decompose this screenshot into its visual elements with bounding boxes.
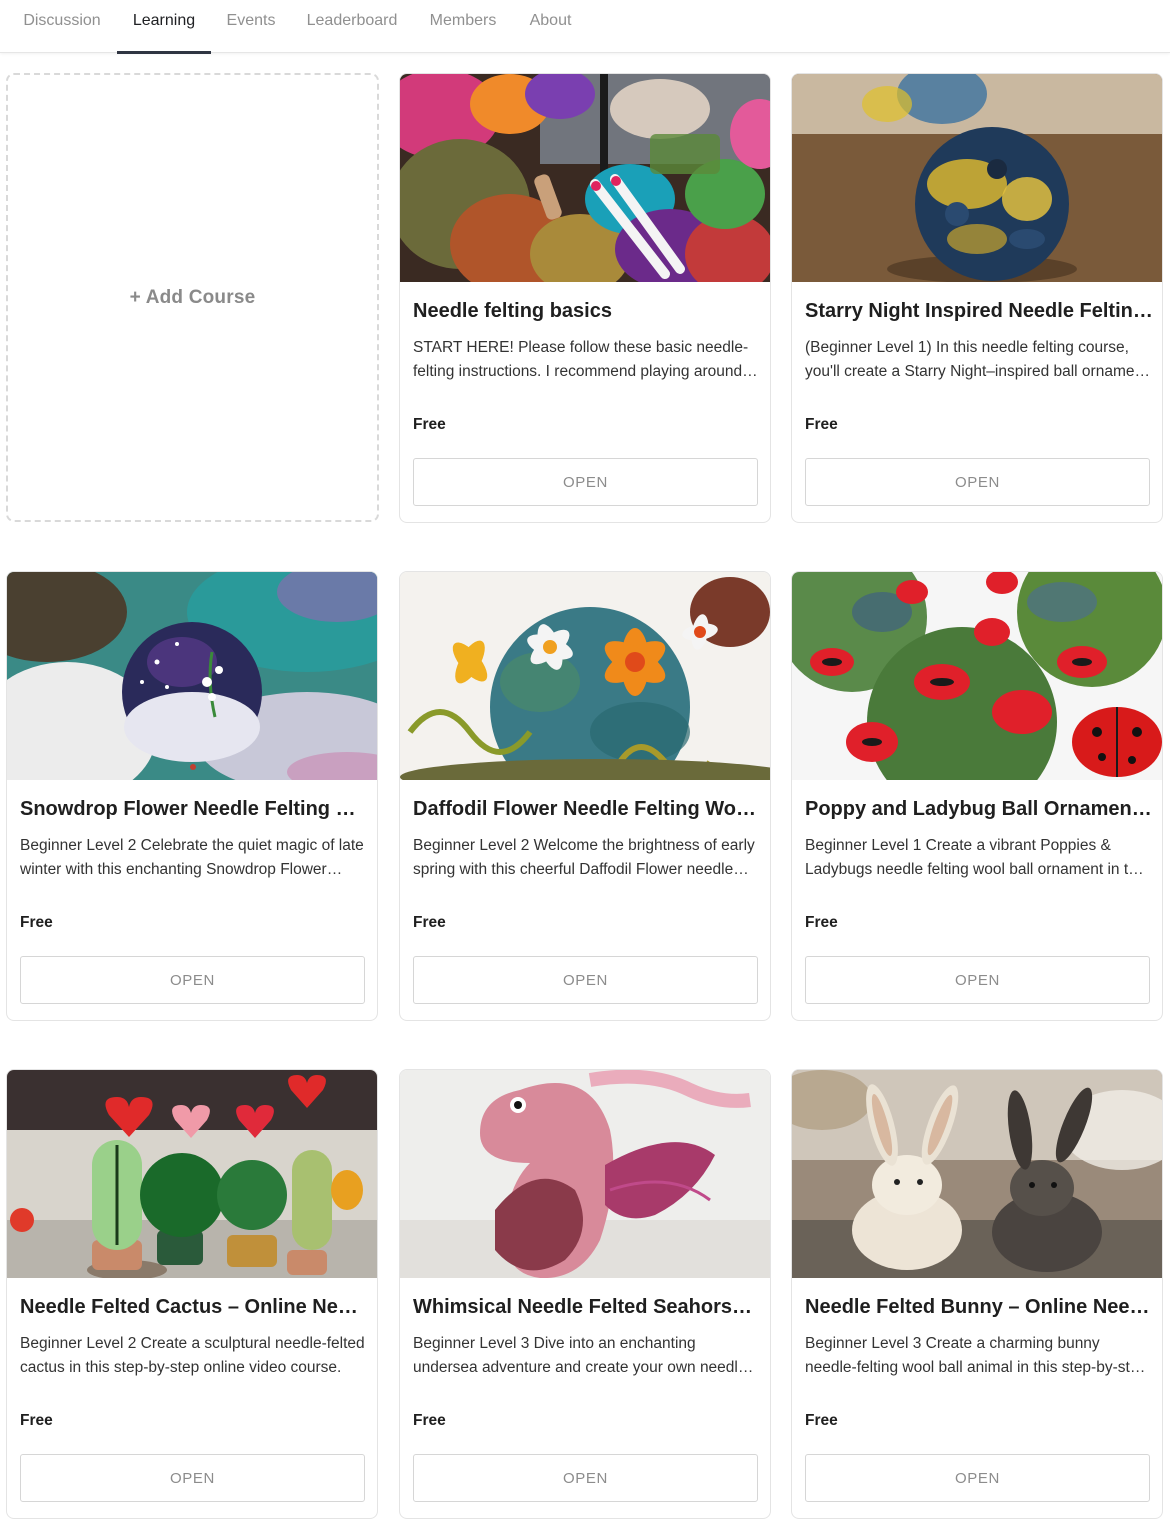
bunny-image <box>792 1070 1162 1278</box>
course-thumbnail <box>792 572 1162 780</box>
tab-label: Members <box>429 12 497 29</box>
course-description: Beginner Level 3 Create a charming bunny… <box>805 1335 1148 1376</box>
course-card[interactable]: Starry Night Inspired Needle Felting Woo… <box>791 73 1163 523</box>
add-course-label: + Add Course <box>129 286 256 308</box>
course-thumbnail <box>400 1070 770 1278</box>
open-course-button[interactable]: OPEN <box>805 1454 1150 1502</box>
poppy-ball-image <box>792 572 1162 780</box>
open-course-button[interactable]: OPEN <box>805 458 1150 506</box>
course-price: Free <box>413 1412 446 1429</box>
open-course-button[interactable]: OPEN <box>413 458 758 506</box>
course-thumbnail <box>400 74 770 282</box>
active-tab-indicator <box>117 51 211 54</box>
course-description: START HERE! Please follow these basic ne… <box>413 339 749 380</box>
course-title: Needle Felted Cactus – Online Needle Fel… <box>20 1296 368 1318</box>
course-price: Free <box>805 914 838 931</box>
course-description: Beginner Level 1 Create a vibrant Poppie… <box>805 837 1148 878</box>
course-card[interactable]: Needle felting basics START HERE! Please… <box>399 73 771 523</box>
course-price: Free <box>805 416 838 433</box>
tab-learning[interactable]: Learning <box>117 0 211 54</box>
course-title: Poppy and Ladybug Ball Ornament - Online… <box>805 798 1153 820</box>
course-thumbnail <box>792 1070 1162 1278</box>
open-course-button[interactable]: OPEN <box>805 956 1150 1004</box>
course-thumbnail <box>792 74 1162 282</box>
course-title: Snowdrop Flower Needle Felting Wool Ball <box>20 798 368 820</box>
tab-label: Learning <box>132 12 196 29</box>
course-description: (Beginner Level 1) In this needle feltin… <box>805 339 1148 380</box>
course-title: Needle felting basics <box>413 300 612 322</box>
daffodil-ball-image <box>400 572 770 780</box>
cactus-image <box>7 1070 377 1278</box>
course-title: Starry Night Inspired Needle Felting Woo… <box>805 300 1153 322</box>
open-course-button[interactable]: OPEN <box>413 956 758 1004</box>
open-course-button[interactable]: OPEN <box>20 956 365 1004</box>
tab-discussion[interactable]: Discussion <box>22 0 102 53</box>
course-title: Whimsical Needle Felted Seahorse – Onlin… <box>413 1296 761 1318</box>
course-description: Beginner Level 3 Dive into an enchanting… <box>413 1335 747 1376</box>
tab-label: About <box>529 12 572 29</box>
tab-label: Discussion <box>23 12 101 29</box>
tab-leaderboard[interactable]: Leaderboard <box>306 0 398 53</box>
course-thumbnail <box>400 572 770 780</box>
open-course-button[interactable]: OPEN <box>20 1454 365 1502</box>
course-description: Beginner Level 2 Welcome the brightness … <box>413 837 755 878</box>
course-price: Free <box>805 1412 838 1429</box>
snowdrop-ball-image <box>7 572 377 780</box>
course-description: Beginner Level 2 Create a sculptural nee… <box>20 1335 365 1376</box>
course-card[interactable]: Poppy and Ladybug Ball Ornament - Online… <box>791 571 1163 1021</box>
course-card[interactable]: Needle Felted Cactus – Online Needle Fel… <box>6 1069 378 1519</box>
course-card[interactable]: Snowdrop Flower Needle Felting Wool Ball… <box>6 571 378 1021</box>
seahorse-image <box>400 1070 770 1278</box>
course-price: Free <box>413 914 446 931</box>
open-course-button[interactable]: OPEN <box>413 1454 758 1502</box>
course-thumbnail <box>7 572 377 780</box>
tab-label: Leaderboard <box>306 12 398 29</box>
course-description: Beginner Level 2 Celebrate the quiet mag… <box>20 837 364 878</box>
course-title: Daffodil Flower Needle Felting Wool Ball <box>413 798 761 820</box>
course-title: Needle Felted Bunny – Online Needle Felt… <box>805 1296 1153 1318</box>
community-tab-bar: Discussion Learning Events Leaderboard M… <box>0 0 1170 54</box>
course-card[interactable]: Needle Felted Bunny – Online Needle Felt… <box>791 1069 1163 1519</box>
course-price: Free <box>20 914 53 931</box>
wool-supplies-image <box>400 74 770 282</box>
course-price: Free <box>20 1412 53 1429</box>
tab-about[interactable]: About <box>528 0 573 53</box>
starry-ball-image <box>792 74 1162 282</box>
course-price: Free <box>413 416 446 433</box>
course-card[interactable]: Whimsical Needle Felted Seahorse – Onlin… <box>399 1069 771 1519</box>
tab-label: Events <box>226 12 276 29</box>
add-course-button[interactable]: + Add Course <box>6 73 379 522</box>
course-thumbnail <box>7 1070 377 1278</box>
tab-members[interactable]: Members <box>428 0 498 53</box>
course-card[interactable]: Daffodil Flower Needle Felting Wool Ball… <box>399 571 771 1021</box>
tab-events[interactable]: Events <box>226 0 276 53</box>
